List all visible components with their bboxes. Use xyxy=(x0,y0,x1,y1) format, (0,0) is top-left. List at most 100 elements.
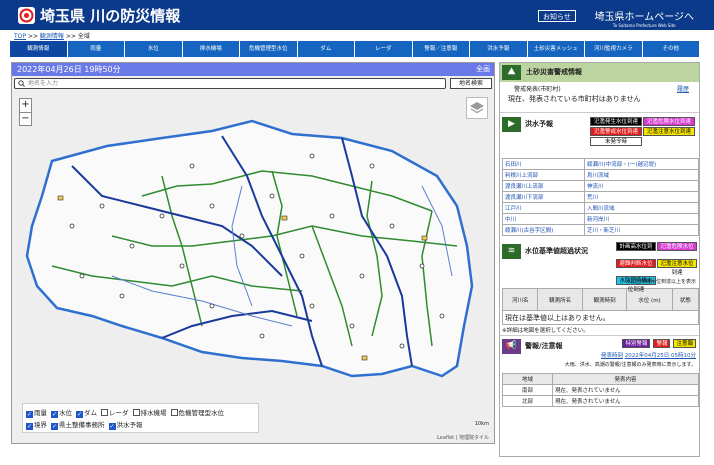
breadcrumb: TOP >> 観測情報 >> 全域 xyxy=(14,31,90,40)
layer-checkbox[interactable]: ✓ xyxy=(76,411,83,418)
breadcrumb-sep: >> xyxy=(65,33,76,40)
layer-label: レーダ xyxy=(109,409,129,417)
river-link[interactable]: 烏川流域 xyxy=(584,169,699,181)
layers-button[interactable] xyxy=(466,97,488,119)
nav-landslide-mesh[interactable]: 土砂災害メッシュ xyxy=(527,41,585,57)
layer-toggle[interactable]: ✓ 境界 xyxy=(26,421,47,430)
landslide-header: ⛰ 土砂災害警戒情報 xyxy=(500,63,699,82)
nav-river-camera[interactable]: 河川監視カメラ xyxy=(585,41,643,57)
status-badge: 特別警報 xyxy=(622,339,651,348)
home-link-sub: To Saitama Prefecture Web Site xyxy=(612,23,676,28)
layer-checkbox[interactable]: ✓ xyxy=(26,423,33,430)
layer-label: ダム xyxy=(84,409,97,417)
status-badge: 氾濫危険水位到達 xyxy=(657,242,697,259)
megaphone-icon: 📢 xyxy=(502,339,521,354)
zoom-out-button[interactable]: − xyxy=(20,112,31,125)
river-link[interactable]: 江戸川 xyxy=(502,202,585,214)
landslide-body: 警戒発表(市町村) 履歴 現在、発表されている市町村はありません xyxy=(500,82,699,112)
layer-toggle[interactable]: ✓ 雨量 xyxy=(26,409,47,418)
map-panel[interactable]: 2022年04月26日 19時50分 全画 地名を入力 地名検索 + − ✓ 雨量… xyxy=(11,62,495,444)
river-link[interactable]: 荒川 xyxy=(584,191,699,203)
nav-other[interactable]: その他 xyxy=(642,41,700,57)
nav-crisis-water-level[interactable]: 危機管理型水位 xyxy=(240,41,298,57)
place-search-button[interactable]: 地名検索 xyxy=(450,78,492,89)
warnings-title: 警報/注意報 xyxy=(525,342,563,350)
warnings-table-head: 地域 発表内容 xyxy=(502,373,699,385)
nav-dam[interactable]: ダム xyxy=(297,41,355,57)
layer-toggle[interactable]: ✓ 水位 xyxy=(51,409,72,418)
layer-checkbox[interactable] xyxy=(170,409,178,416)
status-badge: 氾濫危険水位到達 xyxy=(643,117,695,126)
status-badge: 警報 xyxy=(653,339,671,348)
nav-rainfall[interactable]: 雨量 xyxy=(67,41,125,57)
water-level-status: 現在は基準値以上はありません。 xyxy=(502,310,699,325)
warnings-issued-time[interactable]: 2022年04月25日 05時10分 xyxy=(625,353,696,359)
warning-content: 現在、発表されていません xyxy=(552,395,699,407)
status-badge: 注意報 xyxy=(673,339,696,348)
legend-row: ✓ 雨量 ✓ 水位 ✓ ダム レーダ 排水機場 危機管理型水位 xyxy=(26,407,255,419)
river-link[interactable]: 綾瀬川(中流部・(一)越辺堤) xyxy=(584,158,699,170)
landslide-history-link[interactable]: 履歴 xyxy=(677,84,689,93)
column-header: 発表内容 xyxy=(552,373,699,385)
layer-toggle[interactable]: ✓ ダム xyxy=(76,409,97,418)
water-level-footnote: ※詳細は地図を選択してください。 xyxy=(502,328,589,334)
water-level-title: 水位基準値超過状況 xyxy=(525,247,588,255)
layer-checkbox[interactable]: ✓ xyxy=(26,411,33,418)
nav-warnings[interactable]: 警報／注意報 xyxy=(412,41,470,57)
layer-toggle[interactable]: ✓ 県土整備事務所 xyxy=(51,421,105,430)
table-row: 渡良瀬川上流部 神流川 xyxy=(502,180,699,192)
warnings-issued-label[interactable]: 発表時刻 xyxy=(601,353,623,359)
landslide-status: 現在、発表されている市町村はありません xyxy=(508,95,641,103)
layer-toggle[interactable]: レーダ xyxy=(101,409,129,417)
layer-label: 排水機場 xyxy=(140,409,167,417)
table-row: 綾瀬川(古谷字区間) 芝川・新芝川 xyxy=(502,224,699,236)
nav-flood-forecast[interactable]: 洪水予報 xyxy=(470,41,528,57)
river-link[interactable]: 渡良瀬川下流部 xyxy=(502,191,585,203)
layer-label: 境界 xyxy=(34,421,47,429)
layer-checkbox[interactable]: ✓ xyxy=(108,423,116,430)
layer-toggle[interactable]: 危機管理型水位 xyxy=(170,409,224,417)
landslide-icon: ⛰ xyxy=(502,65,521,80)
layer-checkbox[interactable] xyxy=(101,409,108,416)
layer-checkbox[interactable]: ✓ xyxy=(51,423,58,430)
place-search-input[interactable]: 地名を入力 xyxy=(14,78,446,89)
river-link[interactable]: 新河岸川 xyxy=(584,213,699,225)
nav-water-level[interactable]: 水位 xyxy=(125,41,183,57)
full-view-link[interactable]: 全画 xyxy=(476,63,490,76)
layer-toggle[interactable]: 排水機場 xyxy=(132,409,167,417)
table-row: 利根川上流部 烏川流域 xyxy=(502,169,699,181)
main-nav: 観測情報 雨量 水位 排水機場 危機管理型水位 ダム レーダ 警報／注意報 洪水… xyxy=(10,41,700,57)
map-canvas[interactable] xyxy=(12,76,495,444)
river-link[interactable]: 渡良瀬川上流部 xyxy=(502,180,585,192)
layer-checkbox[interactable]: ✓ xyxy=(51,411,58,418)
water-level-legend: 計画高水位到達氾濫危険水位到達避難判断水位到達氾濫注意水位到達水防団待機水位到達 xyxy=(616,242,699,293)
map-scale: 10km xyxy=(474,421,489,427)
zoom-in-button[interactable]: + xyxy=(20,99,31,112)
river-link[interactable]: 綾瀬川(古谷字区間) xyxy=(502,224,585,236)
layer-checkbox[interactable] xyxy=(132,409,140,416)
river-link[interactable]: 神流川 xyxy=(584,180,699,192)
nav-pump-station[interactable]: 排水機場 xyxy=(182,41,240,57)
warnings-table: 地域 発表内容 南部 現在、発表されていません 北部 現在、発表されていません xyxy=(502,373,699,407)
warnings-issued[interactable]: 発表時刻 2022年04月25日 05時10分 xyxy=(601,351,696,359)
nav-radar[interactable]: レーダ xyxy=(355,41,413,57)
river-link[interactable]: 芝川・新芝川 xyxy=(584,224,699,236)
water-level-note: 水防団待機水位到達以上を表示 xyxy=(625,279,696,285)
warning-area: 南部 xyxy=(502,384,553,396)
warnings-desc: 大雨、洪水、高潮の警報/注意報のみ発表時に表示します。 xyxy=(564,362,696,368)
notice-button[interactable]: お知らせ xyxy=(538,10,576,22)
river-link[interactable]: 入間川流域 xyxy=(584,202,699,214)
layer-toggle[interactable]: ✓ 洪水予報 xyxy=(108,421,143,430)
river-link[interactable]: 石田川 xyxy=(502,158,585,170)
status-badge: 氾濫警戒水位到達 xyxy=(590,127,642,136)
warning-area: 北部 xyxy=(502,395,553,407)
breadcrumb-top[interactable]: TOP xyxy=(14,33,26,40)
status-badge: 氾濫注意水位到達 xyxy=(643,127,695,136)
river-link[interactable]: 中川 xyxy=(502,213,585,225)
breadcrumb-observation[interactable]: 観測情報 xyxy=(40,33,64,40)
layers-icon xyxy=(470,102,484,114)
nav-observation[interactable]: 観測情報 xyxy=(10,41,68,57)
home-link[interactable]: 埼玉県ホームページへ To Saitama Prefecture Web Sit… xyxy=(595,8,695,28)
river-link[interactable]: 利根川上流部 xyxy=(502,169,585,181)
zoom-control: + − xyxy=(19,98,32,126)
